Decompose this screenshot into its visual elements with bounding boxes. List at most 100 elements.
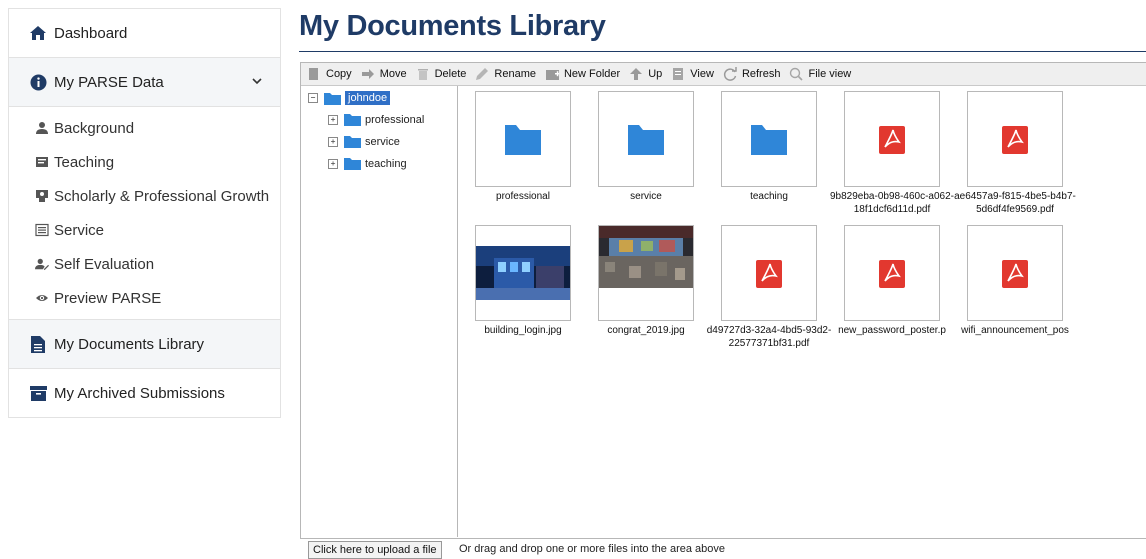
title-divider: [299, 51, 1146, 52]
building-photo: [476, 246, 570, 300]
file-tile[interactable]: 9b829eba-0b98-460c-a062-18f1dcf6d11d.pdf: [830, 91, 954, 216]
rename-button[interactable]: Rename: [475, 67, 536, 81]
folder-icon: [344, 113, 361, 126]
arrow-up-icon: [629, 67, 643, 81]
move-button[interactable]: Move: [361, 67, 407, 81]
file-tile[interactable]: teaching: [721, 91, 817, 203]
folder-thumbnail: [598, 91, 694, 187]
toolbar: Copy Move Delete Rename New Folder Up Vi…: [301, 63, 1146, 86]
expand-icon[interactable]: +: [328, 114, 338, 125]
expand-icon[interactable]: +: [328, 158, 338, 169]
pdf-thumbnail: [721, 225, 817, 321]
tree-item-label: teaching: [365, 157, 407, 170]
pdf-thumbnail: [967, 225, 1063, 321]
pdf-thumbnail: [844, 225, 940, 321]
file-tile[interactable]: professional: [475, 91, 571, 203]
file-view-label: File view: [808, 68, 852, 80]
file-view-button[interactable]: File view: [789, 67, 851, 81]
sidebar-item-label: Scholarly & Professional Growth: [54, 187, 270, 205]
sidebar-item-preview[interactable]: Preview PARSE: [9, 281, 280, 315]
nav-dashboard[interactable]: Dashboard: [9, 9, 280, 58]
copy-icon: [307, 67, 321, 81]
sidebar-item-teaching[interactable]: Teaching: [9, 145, 280, 179]
new-folder-button[interactable]: New Folder: [545, 67, 620, 81]
file-tile[interactable]: new_password_poster.p: [838, 225, 946, 337]
folder-icon: [344, 135, 361, 148]
sidebar-item-label: Self Evaluation: [54, 255, 155, 273]
sidebar-item-service[interactable]: Service: [9, 213, 280, 247]
sidebar-item-label: Background: [54, 119, 135, 137]
archive-icon: [29, 384, 47, 402]
arrow-right-icon: [361, 67, 375, 81]
user-edit-icon: [35, 257, 49, 271]
refresh-icon: [723, 67, 737, 81]
sidebar-item-background[interactable]: Background: [9, 111, 280, 145]
folder-icon: [505, 125, 541, 155]
file-name: congrat_2019.jpg: [607, 325, 685, 336]
nav-archived-submissions[interactable]: My Archived Submissions: [9, 369, 280, 417]
pdf-icon: [756, 260, 782, 288]
tree-root[interactable]: − johndoe: [308, 91, 391, 105]
file-name: d49727d3-32a4-4bd5-93d2-22577371bf31.pdf: [706, 325, 832, 349]
crowd-photo: [599, 226, 693, 288]
folder-tree: − johndoe + professional + service + tea…: [301, 86, 458, 537]
collapse-icon[interactable]: −: [308, 93, 318, 103]
file-tile[interactable]: d49727d3-32a4-4bd5-93d2-22577371bf31.pdf: [707, 225, 831, 350]
folder-thumbnail: [475, 91, 571, 187]
sidebar-item-self-evaluation[interactable]: Self Evaluation: [9, 247, 280, 281]
file-name: service: [630, 191, 662, 202]
delete-button[interactable]: Delete: [416, 67, 467, 81]
delete-label: Delete: [434, 68, 467, 80]
new-folder-label: New Folder: [563, 68, 621, 80]
file-name: new_password_poster.p: [838, 325, 946, 336]
up-label: Up: [648, 68, 663, 80]
expand-icon[interactable]: +: [328, 136, 338, 147]
page-title: My Documents Library: [299, 10, 606, 42]
nav-documents-library[interactable]: My Documents Library: [9, 319, 280, 369]
file-name: wifi_announcement_pos: [961, 325, 1069, 336]
pdf-thumbnail: [844, 91, 940, 187]
new-folder-icon: [545, 67, 559, 81]
move-label: Move: [379, 68, 407, 80]
sidebar-item-label: Service: [54, 221, 105, 239]
sidebar-item-scholarly[interactable]: Scholarly & Professional Growth: [9, 179, 280, 213]
chevron-down-icon[interactable]: [250, 74, 264, 88]
file-name: ae6457a9-f815-4be5-b4b7-5d6df4fe9569.pdf: [954, 191, 1076, 215]
up-button[interactable]: Up: [629, 67, 662, 81]
file-tile[interactable]: building_login.jpg: [475, 225, 571, 337]
file-tile[interactable]: ae6457a9-f815-4be5-b4b7-5d6df4fe9569.pdf: [954, 91, 1076, 216]
nav-parse-data[interactable]: My PARSE Data: [9, 58, 280, 107]
folder-icon: [628, 125, 664, 155]
trash-icon: [416, 67, 430, 81]
tree-item-teaching[interactable]: + teaching: [328, 157, 407, 170]
copy-button[interactable]: Copy: [307, 67, 352, 81]
tree-item-service[interactable]: + service: [328, 135, 400, 148]
folder-icon: [344, 157, 361, 170]
view-button[interactable]: View: [671, 67, 714, 81]
pdf-icon: [1002, 260, 1028, 288]
sidebar: Dashboard My PARSE Data Background Teach…: [8, 8, 281, 418]
tree-item-label: professional: [365, 113, 425, 126]
upload-file-button[interactable]: Click here to upload a file: [308, 541, 442, 559]
file-name: building_login.jpg: [484, 325, 562, 336]
sidebar-item-label: Teaching: [54, 153, 115, 171]
pdf-icon: [879, 260, 905, 288]
file-tile[interactable]: congrat_2019.jpg: [598, 225, 694, 337]
refresh-label: Refresh: [741, 68, 781, 80]
upload-hint: Or drag and drop one or more files into …: [459, 543, 725, 555]
pdf-icon: [879, 126, 905, 154]
file-grid: professional service teaching 9b829eba-0…: [461, 86, 1146, 537]
tree-root-label: johndoe: [345, 91, 391, 105]
file-name: teaching: [750, 191, 788, 202]
eye-icon: [35, 291, 49, 305]
refresh-button[interactable]: Refresh: [723, 67, 781, 81]
file-tile[interactable]: service: [598, 91, 694, 203]
folder-thumbnail: [721, 91, 817, 187]
file-name: 9b829eba-0b98-460c-a062-18f1dcf6d11d.pdf: [830, 191, 954, 215]
file-tile[interactable]: wifi_announcement_pos: [961, 225, 1069, 337]
image-thumbnail: [598, 225, 694, 321]
rename-label: Rename: [494, 68, 536, 80]
file-manager: Copy Move Delete Rename New Folder Up Vi…: [300, 62, 1146, 539]
tree-item-professional[interactable]: + professional: [328, 113, 424, 126]
document-icon: [29, 335, 47, 353]
